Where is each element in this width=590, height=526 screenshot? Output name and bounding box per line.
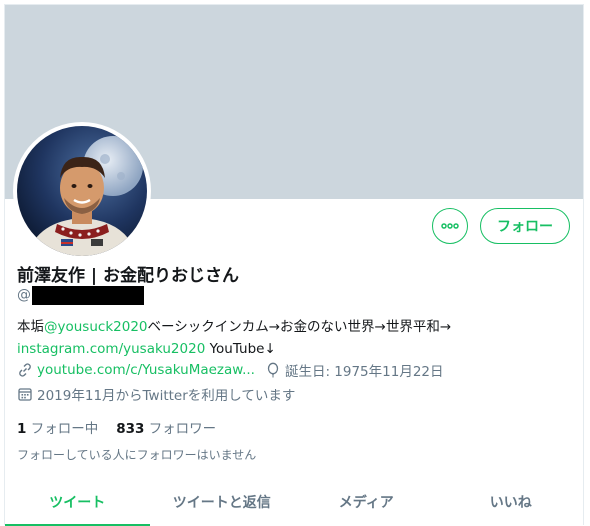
profile-tabs: ツイート ツイートと返信 メディア いいね — [5, 481, 583, 526]
avatar-image — [17, 126, 147, 256]
calendar-icon — [18, 388, 32, 401]
followers-stat[interactable]: 833 フォロワー — [116, 417, 216, 437]
follow-button[interactable]: フォロー — [480, 208, 570, 244]
tab-tweets[interactable]: ツイート — [5, 481, 150, 526]
balloon-icon — [267, 362, 279, 378]
profile-handle: @ — [17, 285, 144, 305]
following-count: 1 — [17, 421, 27, 437]
bio-youtube-text: YouTube↓ — [205, 341, 276, 357]
bio-prefix: 本垢 — [17, 319, 44, 335]
following-label: フォロー中 — [30, 421, 99, 437]
followers-count: 833 — [116, 421, 145, 437]
profile-name: 前澤友作 | お金配りおじさん — [17, 266, 240, 286]
followed-by-text: フォローしている人にフォロワーはいません — [17, 448, 257, 462]
avatar[interactable] — [13, 122, 151, 260]
profile-meta-row: youtube.com/c/YusakuMaezaw... 誕生日: 1975年… — [17, 360, 444, 380]
tab-tweets-and-replies[interactable]: ツイートと返信 — [150, 481, 295, 526]
followers-label: フォロワー — [148, 421, 217, 437]
profile-page: フォロー 前澤友作 | お金配りおじさん @ 本垢@yousuck2020ベーシ… — [4, 4, 584, 526]
more-options-button[interactable] — [432, 208, 468, 244]
website-link[interactable]: youtube.com/c/YusakuMaezaw... — [37, 362, 255, 378]
link-icon — [19, 363, 31, 377]
birthday-text: 誕生日: 1975年11月22日 — [284, 364, 444, 380]
joined-row: 2019年11月からTwitterを利用しています — [17, 384, 295, 404]
handle-prefix: @ — [17, 287, 31, 303]
joined-text: 2019年11月からTwitterを利用しています — [37, 388, 296, 404]
profile-bio: 本垢@yousuck2020ベーシックインカム→お金のない世界→世界平和→ in… — [17, 316, 577, 360]
bio-mention-link[interactable]: @yousuck2020 — [44, 319, 148, 335]
tab-media[interactable]: メディア — [294, 481, 439, 526]
bio-text: ベーシックインカム→お金のない世界→世界平和→ — [147, 319, 452, 335]
profile-stats: 1 フォロー中 833 フォロワー — [17, 417, 234, 437]
handle-redaction — [32, 285, 144, 305]
tab-likes[interactable]: いいね — [439, 481, 584, 526]
following-stat[interactable]: 1 フォロー中 — [17, 417, 98, 437]
more-icon — [441, 223, 459, 229]
bio-instagram-link[interactable]: instagram.com/yusaku2020 — [17, 341, 205, 357]
